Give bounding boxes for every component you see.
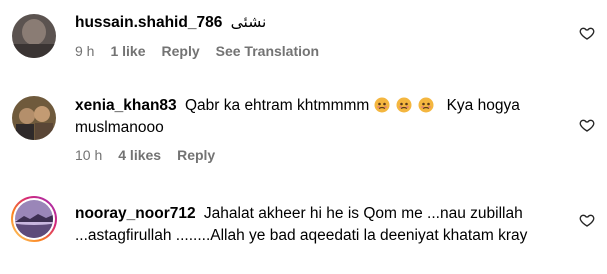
- comment-meta: 9 h 1 like Reply See Translation: [75, 43, 567, 59]
- see-translation-button[interactable]: See Translation: [216, 43, 319, 59]
- username[interactable]: nooray_noor712: [75, 205, 196, 222]
- sad-face-emoji: [418, 97, 434, 113]
- timestamp: 9 h: [75, 43, 95, 59]
- sad-face-emoji: [396, 97, 412, 113]
- sad-face-emoji: [374, 97, 390, 113]
- likes-count[interactable]: 1 like: [110, 43, 145, 59]
- comment-meta: 10 h 4 likes Reply: [75, 147, 567, 163]
- likes-count[interactable]: 4 likes: [118, 147, 161, 163]
- comment-body-part-1: Qabr ka ehtram khtmmmm: [185, 97, 370, 114]
- comment-text: xenia_khan83 Qabr ka ehtram khtmmmm Kya …: [75, 95, 567, 139]
- heart-icon[interactable]: [579, 117, 595, 133]
- avatar[interactable]: [10, 195, 58, 243]
- comment-body: نشئی: [230, 14, 267, 31]
- comment-text: hussain.shahid_786 نشئی: [75, 12, 567, 34]
- avatar[interactable]: [12, 14, 56, 58]
- heart-icon[interactable]: [579, 25, 595, 41]
- avatar[interactable]: [12, 96, 56, 140]
- timestamp: 10 h: [75, 147, 103, 163]
- username[interactable]: xenia_khan83: [75, 97, 177, 114]
- comment-text: nooray_noor712 Jahalat akheer hi he is Q…: [75, 203, 567, 247]
- reply-button[interactable]: Reply: [162, 43, 200, 59]
- reply-button[interactable]: Reply: [177, 147, 215, 163]
- username[interactable]: hussain.shahid_786: [75, 14, 222, 31]
- heart-icon[interactable]: [579, 212, 595, 228]
